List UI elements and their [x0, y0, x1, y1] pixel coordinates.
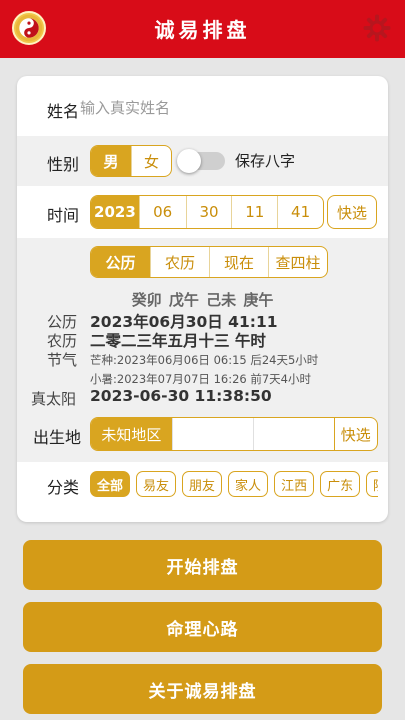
birthplace-quick-select-button[interactable]: 快选 — [333, 418, 377, 450]
category-label: 分类 — [47, 478, 80, 497]
time-selector: 2023 06 30 11 41 — [90, 195, 324, 229]
birthplace-selector: 未知地区 快选 — [90, 417, 378, 451]
lunar-label: 农历 — [47, 332, 78, 350]
day-field[interactable]: 30 — [185, 196, 232, 228]
tab-four-pillars[interactable]: 查四柱 — [268, 247, 327, 277]
toggle-knob — [177, 149, 201, 173]
lunar-date-value: 二零二三年五月十三 午时 — [90, 332, 266, 350]
calendar-type-selector: 公历 农历 现在 查四柱 — [90, 246, 328, 278]
name-label: 姓名 — [47, 102, 80, 121]
time-label: 时间 — [47, 206, 80, 225]
name-row: 姓名 — [17, 76, 388, 136]
time-quick-select-button[interactable]: 快选 — [327, 195, 377, 229]
true-solar-time-value: 2023-06-30 11:38:50 — [90, 387, 272, 405]
gender-selector: 男 女 — [90, 145, 172, 177]
save-bazi-label: 保存八字 — [235, 152, 296, 170]
birthplace-label: 出生地 — [33, 428, 82, 447]
about-button[interactable]: 关于诚易排盘 — [23, 664, 382, 714]
gender-female-option[interactable]: 女 — [131, 146, 171, 176]
chip-friends[interactable]: 朋友 — [182, 471, 223, 497]
gender-male-option[interactable]: 男 — [91, 146, 131, 176]
solar-term-next: 小暑:2023年07月07日 16:26 前7天4小时 — [90, 372, 311, 386]
birthplace-district[interactable] — [252, 418, 334, 450]
gender-label: 性别 — [47, 155, 80, 174]
gear-icon[interactable] — [363, 14, 391, 42]
destiny-journey-button[interactable]: 命理心路 — [23, 602, 382, 652]
hour-field[interactable]: 11 — [231, 196, 277, 228]
chip-yiyou[interactable]: 易友 — [136, 471, 177, 497]
chip-guangdong[interactable]: 广东 — [320, 471, 361, 497]
minute-field[interactable]: 41 — [277, 196, 323, 228]
name-input[interactable] — [80, 96, 360, 120]
gender-row: 性别 男 女 保存八字 — [17, 136, 388, 186]
four-pillars-text: 癸卯 戊午 己未 庚午 — [131, 291, 274, 309]
time-row: 时间 2023 06 30 11 41 快选 — [17, 186, 388, 238]
tab-lunar[interactable]: 农历 — [150, 247, 209, 277]
input-card: 姓名 性别 男 女 保存八字 时间 2023 06 30 11 41 快选 公历… — [17, 76, 388, 522]
birthplace-region[interactable]: 未知地区 — [91, 418, 172, 450]
start-chart-button[interactable]: 开始排盘 — [23, 540, 382, 590]
solar-term-label: 节气 — [47, 351, 78, 369]
tab-now[interactable]: 现在 — [209, 247, 268, 277]
tab-solar[interactable]: 公历 — [91, 247, 150, 277]
chip-jiangxi[interactable]: 江西 — [274, 471, 315, 497]
solar-label: 公历 — [47, 313, 78, 331]
category-chips: 全部易友朋友家人江西广东陕西 — [90, 471, 378, 499]
birthplace-city[interactable] — [171, 418, 253, 450]
chip-all[interactable]: 全部 — [90, 471, 131, 497]
chip-shaanxi[interactable]: 陕西 — [366, 471, 378, 497]
app-header: 诚易排盘 — [0, 0, 405, 58]
save-bazi-toggle[interactable] — [177, 149, 225, 173]
solar-term-prev: 芒种:2023年06月06日 06:15 后24天5小时 — [90, 353, 319, 367]
page-title: 诚易排盘 — [154, 18, 251, 42]
month-field[interactable]: 06 — [138, 196, 186, 228]
year-field[interactable]: 2023 — [91, 196, 139, 228]
chip-family[interactable]: 家人 — [228, 471, 269, 497]
